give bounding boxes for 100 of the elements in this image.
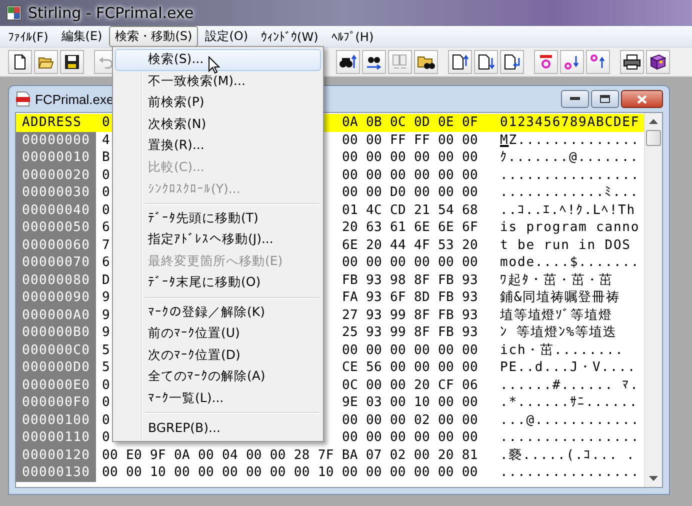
address-cell: 000000C0: [16, 342, 96, 359]
menu-bar-item[interactable]: 検索・移動(S): [109, 26, 198, 47]
menu-bar-item[interactable]: 設定(O): [199, 26, 254, 47]
hex-bytes: 9E 03 00 10 00 00: [342, 394, 478, 412]
ascii-text: .*......ｻﾆ......: [500, 394, 638, 412]
app-icon: [6, 5, 22, 21]
ascii-text: .褻.....(.ｺ... .: [500, 446, 636, 464]
ascii-text: ｸ.......@.......: [500, 149, 639, 166]
hex-bytes: 0: [102, 412, 110, 429]
menu-item[interactable]: ﾃﾞｰﾀ先頭に移動(T): [115, 208, 321, 229]
hex-header: 0: [102, 114, 110, 132]
hex-bytes: 0: [102, 429, 110, 446]
menu-item[interactable]: ﾃﾞｰﾀ末尾に移動(O): [115, 272, 321, 294]
address-cell: 00000020: [16, 166, 96, 184]
scroll-thumb[interactable]: [646, 130, 661, 146]
hex-bytes: 00 E0 9F 0A 00 04 00 00 28 7F BA 07 02 00 20 81: [102, 446, 478, 464]
hex-bytes: 00 00 00 00 00 00: [342, 429, 478, 446]
ascii-text: PE..d...J・V....: [500, 359, 636, 376]
minimize-button[interactable]: [561, 90, 589, 108]
hex-bytes: B: [102, 149, 110, 166]
hex-bytes: 5: [102, 359, 110, 376]
address-cell: 00000110: [16, 429, 96, 446]
scroll-down-icon[interactable]: [649, 476, 658, 481]
window-title: Stirling - FCPrimal.exe: [28, 4, 194, 22]
hex-bytes: 0C 00 00 20 CF 06: [342, 376, 478, 394]
mark-icon[interactable]: [534, 50, 558, 74]
address-cell: 00000040: [16, 202, 96, 219]
ascii-text: ..ｺ..ｴ.ﾍ!ｸ.Lﾍ!Th: [500, 202, 636, 219]
menu-item[interactable]: 前検索(P): [115, 92, 321, 114]
hex-bytes: 00 00 FF FF 00 00: [342, 132, 478, 149]
ascii-text: ................: [500, 429, 640, 446]
document-title: FCPrimal.exe: [35, 92, 114, 106]
open-folder-icon[interactable]: [34, 50, 58, 74]
folder-binoculars-icon[interactable]: [414, 50, 438, 74]
hex-bytes: 7: [102, 236, 110, 254]
save-icon[interactable]: [60, 50, 84, 74]
address-cell: 00000080: [16, 272, 96, 289]
hex-bytes: 27 93 99 8F FB 93: [342, 306, 478, 324]
maximize-button[interactable]: [591, 90, 619, 108]
ascii-text: mode....$.......: [500, 254, 640, 272]
print-icon[interactable]: [620, 50, 644, 74]
menu-item[interactable]: 全てのﾏｰｸの解除(A): [115, 366, 321, 388]
hex-bytes: 0: [102, 166, 110, 184]
menu-item[interactable]: 次検索(N): [115, 114, 321, 135]
address-cell: 00000120: [16, 446, 96, 464]
hex-bytes: 01 4C CD 21 54 68: [342, 202, 478, 219]
menu-item[interactable]: 置換(R)...: [115, 135, 321, 156]
page-up-icon[interactable]: [448, 50, 472, 74]
menu-item[interactable]: 検索(S)...: [115, 49, 321, 70]
menu-item[interactable]: ﾏｰｸ一覧(L)...: [115, 388, 321, 409]
menu-item[interactable]: 不一致検索(M)...: [115, 70, 321, 92]
ascii-text: 埴等埴燈ｿﾞ等埴燈: [500, 306, 612, 324]
menu-item[interactable]: 指定ｱﾄﾞﾚｽへ移動(J)...: [115, 229, 321, 250]
close-button[interactable]: [621, 90, 663, 108]
ascii-text: MZ..............: [500, 132, 640, 149]
address-cell: 000000A0: [16, 306, 96, 324]
page-return-icon[interactable]: [500, 50, 524, 74]
vertical-scrollbar[interactable]: [644, 113, 662, 487]
mark-down-icon[interactable]: [560, 50, 584, 74]
hex-bytes: 25 93 99 8F FB 93: [342, 324, 478, 342]
ascii-header: 0123456789ABCDEF: [500, 114, 640, 132]
hex-bytes: 0: [102, 376, 110, 394]
hex-bytes: 00 00 00 02 00 00: [342, 412, 478, 429]
menu-item[interactable]: 前のﾏｰｸ位置(U): [115, 323, 321, 344]
address-cell: 00000070: [16, 254, 96, 272]
hex-bytes: D: [102, 272, 110, 289]
menu-item[interactable]: BGREP(B)...: [115, 417, 321, 438]
hex-bytes: 9: [102, 324, 110, 342]
close-icon: [637, 94, 647, 104]
ascii-text: t be run in DOS: [500, 236, 631, 254]
hex-bytes: 0: [102, 394, 110, 412]
address-cell: 000000D0: [16, 359, 96, 376]
menu-item[interactable]: ﾏｰｸの登録／解除(K): [115, 302, 321, 323]
hex-bytes: 20 63 61 6E 6E 6F: [342, 219, 478, 236]
menu-bar-item[interactable]: 編集(E): [55, 26, 108, 47]
menu-bar-item[interactable]: ﾌｧｲﾙ(F): [2, 28, 54, 46]
address-cell: 00000010: [16, 149, 96, 166]
scroll-up-icon[interactable]: [649, 119, 658, 124]
menu-bar-item[interactable]: ﾍﾙﾌﾟ(H): [325, 28, 380, 46]
hex-bytes: 0: [102, 184, 110, 202]
hex-bytes: 00 00 00 00 00 00: [342, 254, 478, 272]
binoculars-compare-icon[interactable]: [362, 50, 386, 74]
ascii-text: ................: [500, 464, 640, 482]
ascii-text: ................: [500, 166, 640, 184]
binoculars-up-icon[interactable]: [336, 50, 360, 74]
menu-bar-item[interactable]: ｳｨﾝﾄﾞｳ(W): [255, 28, 324, 46]
minimize-icon: [570, 97, 580, 101]
hex-bytes: 0: [102, 202, 110, 219]
hex-bytes: 00 00 00 00 00 00: [342, 166, 478, 184]
page-down-icon[interactable]: [474, 50, 498, 74]
menu-item[interactable]: 次のﾏｰｸ位置(D): [115, 344, 321, 366]
hex-bytes: FA 93 6F 8D FB 93: [342, 289, 478, 306]
address-cell: 00000060: [16, 236, 96, 254]
hex-header: 0A 0B 0C 0D 0E 0F: [342, 114, 478, 132]
ascii-text: ﾜ起ﾀ・茁・茁・茁: [500, 272, 614, 289]
mark-up-icon[interactable]: [586, 50, 610, 74]
new-file-icon[interactable]: [8, 50, 32, 74]
ascii-text: ich・茁........: [500, 342, 624, 359]
address-cell: 00000030: [16, 184, 96, 202]
hex-bytes: 6: [102, 254, 110, 272]
